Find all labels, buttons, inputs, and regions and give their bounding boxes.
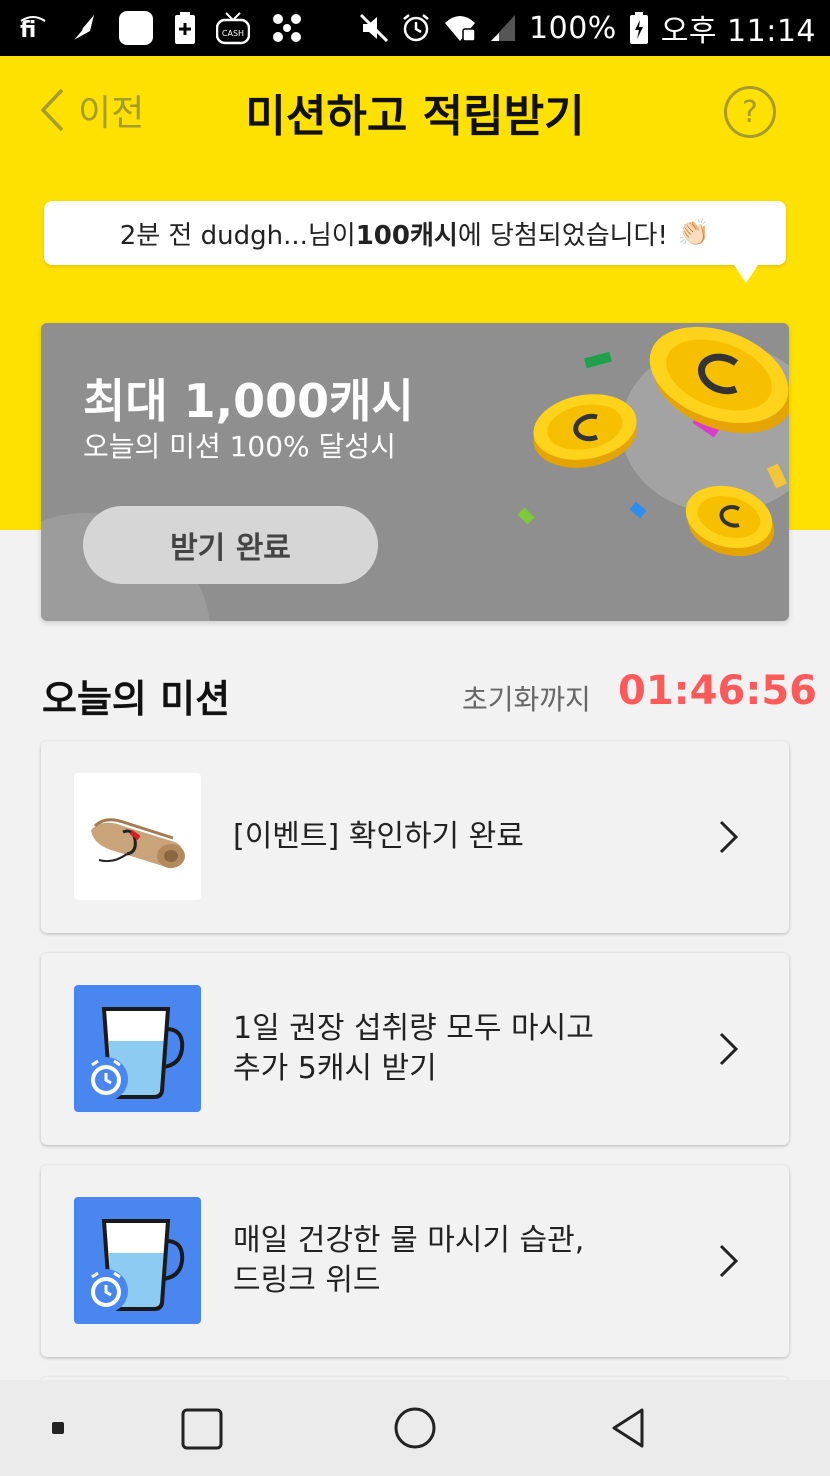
reset-timer: 01:46:56	[618, 668, 817, 714]
mission-text: [이벤트] 확인하기 완료	[233, 741, 673, 933]
mute-icon	[359, 13, 389, 43]
winner-notice: 2분 전 dudgh...님이 100캐시 에 당첨되었습니다! 👏🏻	[44, 201, 786, 283]
mission-line2: 드링크 위드	[233, 1263, 381, 1298]
feather-icon	[68, 11, 98, 45]
notice-highlight: 100캐시	[355, 220, 458, 251]
dot-icon	[52, 1422, 64, 1434]
navigation-bar	[0, 1380, 830, 1476]
status-bar: fi CASH 100% 오후 11:14	[0, 0, 830, 56]
mission-card-water-goal[interactable]: 1일 권장 섭취량 모두 마시고 추가 5캐시 받기	[41, 953, 789, 1145]
mission-line2: 추가 5캐시 받기	[233, 1051, 437, 1086]
chevron-right-icon	[719, 1032, 739, 1066]
menu-dot-button[interactable]	[50, 1420, 66, 1436]
missions-title: 오늘의 미션	[42, 677, 231, 721]
battery-charging-icon	[629, 11, 649, 45]
square-icon	[181, 1408, 223, 1450]
clap-icon: 👏🏻	[677, 218, 711, 248]
wifi-icon	[443, 13, 477, 43]
signal-icon	[489, 13, 517, 43]
alarm-icon	[401, 13, 431, 43]
circle-icon	[394, 1407, 436, 1449]
reset-label: 초기화까지	[462, 683, 591, 716]
mission-text: 매일 건강한 물 마시기 습관, 드링크 위드	[233, 1165, 673, 1357]
reward-subtitle: 오늘의 미션 100% 달성시	[83, 430, 396, 463]
water-cup-alarm-icon	[84, 1007, 185, 1101]
reward-title: 최대 1,000캐시	[83, 374, 414, 428]
chevron-right-icon	[719, 820, 739, 854]
home-button[interactable]	[393, 1406, 437, 1450]
notice-suffix: 에 당첨되었습니다!	[457, 220, 668, 251]
help-button[interactable]: ?	[724, 86, 776, 138]
back-nav-button[interactable]	[606, 1406, 650, 1450]
page-title: 미션하고 적립받기	[245, 91, 585, 142]
claim-button[interactable]: 받기 완료	[83, 506, 378, 584]
recents-button[interactable]	[180, 1407, 224, 1451]
chevron-right-icon	[719, 1244, 739, 1278]
scroll-icon	[90, 817, 185, 868]
battery-percent: 100%	[529, 10, 617, 46]
dots-icon	[270, 11, 304, 45]
water-cup-alarm-icon	[84, 1219, 185, 1313]
coins-illustration	[517, 326, 789, 557]
notice-prefix: 2분 전 dudgh...님이	[119, 220, 356, 251]
top-bar: 이전 미션하고 적립받기 ?	[0, 56, 830, 166]
status-left-icons: fi CASH	[18, 10, 304, 46]
question-mark-icon: ?	[742, 94, 758, 130]
svg-text:fi: fi	[20, 18, 36, 43]
cash-tv-icon: CASH	[216, 11, 250, 45]
status-right-icons: 100% 오후 11:14	[359, 6, 816, 50]
mission-line1: [이벤트] 확인하기 완료	[233, 819, 524, 854]
mission-line1: 1일 권장 섭취량 모두 마시고	[233, 1011, 594, 1046]
triangle-back-icon	[612, 1408, 644, 1448]
mission-card-event[interactable]: [이벤트] 확인하기 완료	[41, 741, 789, 933]
mission-card-drink-with[interactable]: 매일 건강한 물 마시기 습관, 드링크 위드	[41, 1165, 789, 1357]
mission-text: 1일 권장 섭취량 모두 마시고 추가 5캐시 받기	[233, 953, 673, 1145]
clock: 오후 11:14	[660, 14, 816, 49]
mission-thumbnail	[74, 773, 201, 900]
mission-thumbnail	[74, 1197, 201, 1324]
reward-card: 최대 1,000캐시 오늘의 미션 100% 달성시 받기 완료	[41, 323, 789, 621]
cash-badge-label: CASH	[222, 29, 244, 38]
blank-app-icon	[118, 10, 154, 46]
mission-line1: 매일 건강한 물 마시기 습관,	[233, 1223, 585, 1258]
fi-icon: fi	[18, 13, 48, 43]
battery-plus-icon	[174, 11, 196, 45]
mission-thumbnail	[74, 985, 201, 1112]
